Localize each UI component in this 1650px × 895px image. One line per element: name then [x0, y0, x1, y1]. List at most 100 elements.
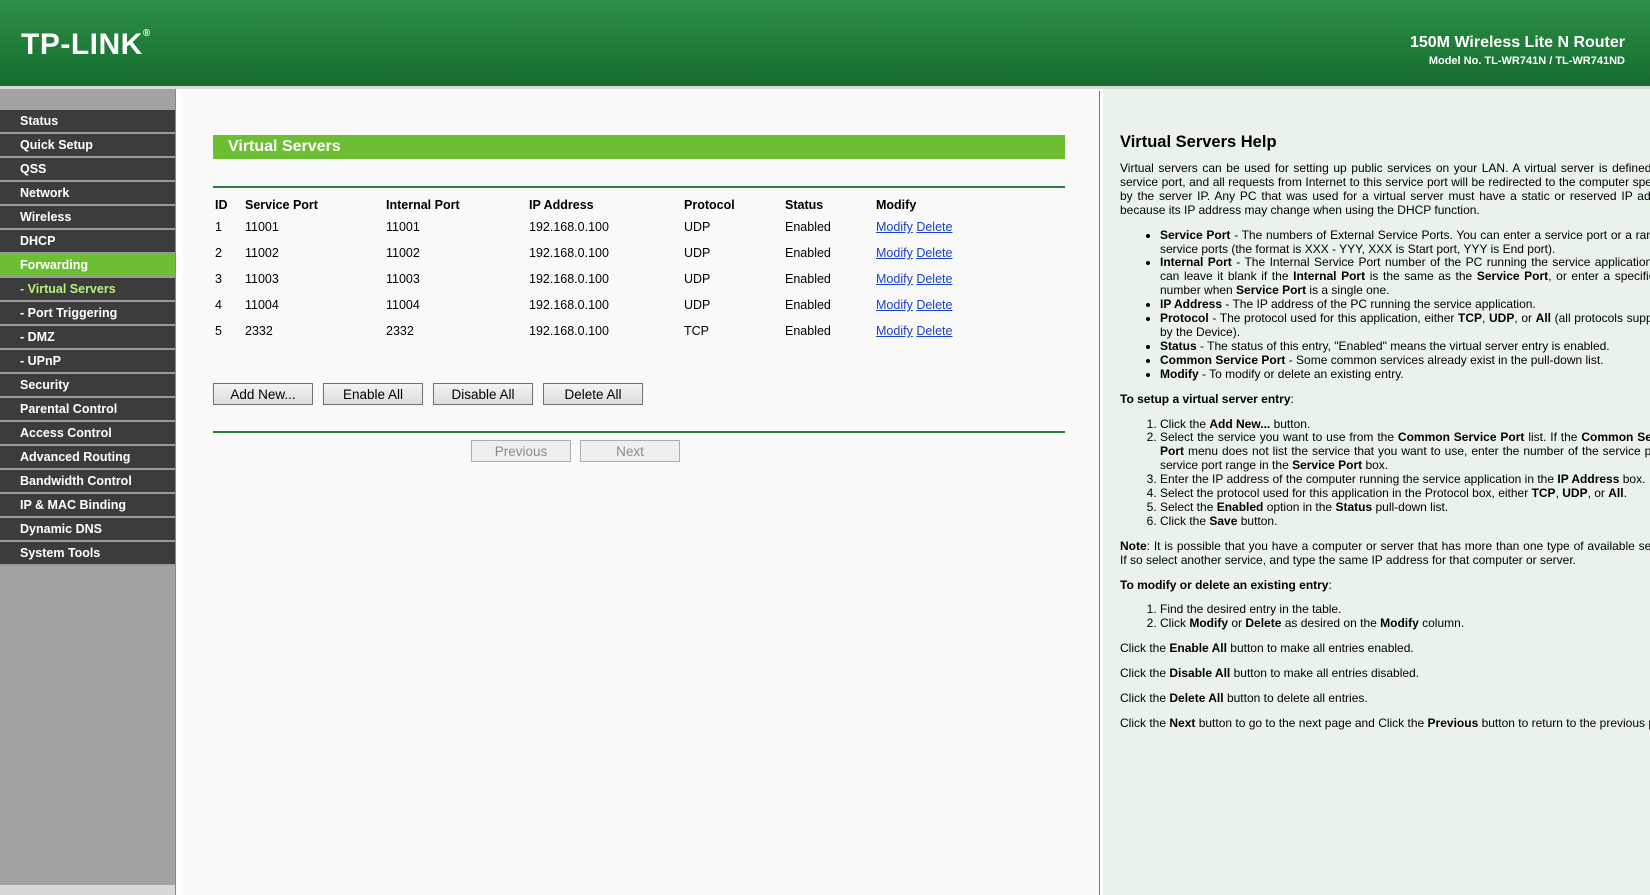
- cell-actions: Modify Delete: [872, 240, 1032, 266]
- cell-actions: Modify Delete: [872, 292, 1032, 318]
- help-item-modify: Modify - To modify or delete an existing…: [1160, 367, 1650, 382]
- logo-text: TP-LINK: [21, 28, 143, 61]
- menu-item-dhcp[interactable]: DHCP: [0, 230, 175, 254]
- menu-item-access-control[interactable]: Access Control: [0, 422, 175, 446]
- help-setup-step: Click the Add New... button.: [1160, 417, 1650, 432]
- add-new-button[interactable]: Add New...: [213, 383, 313, 405]
- menu-item-network[interactable]: Network: [0, 182, 175, 206]
- delete-link[interactable]: Delete: [916, 324, 952, 338]
- help-modify-steps: Find the desired entry in the table. Cli…: [1120, 603, 1650, 631]
- help-body: Virtual servers can be used for setting …: [1120, 161, 1650, 742]
- next-button[interactable]: Next: [580, 440, 680, 462]
- help-disable-all-text: Click the Disable All button to make all…: [1120, 666, 1420, 681]
- disable-all-button[interactable]: Disable All: [433, 383, 533, 405]
- menu-item-security[interactable]: Security: [0, 374, 175, 398]
- help-setup-step: Select the protocol used for this applic…: [1160, 486, 1650, 501]
- cell-protocol: UDP: [684, 220, 711, 234]
- page-title: Virtual Servers: [213, 135, 1065, 159]
- menu-item-quick-setup[interactable]: Quick Setup: [0, 134, 175, 158]
- table-top-divider: [213, 186, 1065, 188]
- cell-service-port: 11002: [245, 246, 279, 260]
- table-bottom-divider: [213, 431, 1065, 433]
- help-enable-all-text: Click the Enable All button to make all …: [1120, 641, 1414, 656]
- cell-actions: Modify Delete: [872, 266, 1032, 292]
- column-header-status: Status: [785, 198, 824, 212]
- header-banner: TP-LINK® 150M Wireless Lite N Router Mod…: [0, 0, 1650, 89]
- registered-mark: ®: [142, 28, 151, 39]
- cell-internal-port: 11001: [386, 220, 420, 234]
- cell-id: 2: [215, 246, 222, 260]
- cell-status: Enabled: [785, 246, 831, 260]
- help-setup-step: Select the Enabled option in the Status …: [1160, 500, 1650, 515]
- cell-id: 1: [215, 220, 222, 234]
- cell-service-port: 2332: [245, 324, 273, 338]
- help-next-previous-text: Click the Next button to go to the next …: [1120, 716, 1650, 730]
- table-row: 2 11002 11002 192.168.0.100 UDP Enabled …: [211, 240, 1032, 266]
- column-header-id: ID: [215, 198, 228, 212]
- cell-internal-port: 11004: [386, 298, 420, 312]
- delete-link[interactable]: Delete: [916, 298, 952, 312]
- cell-status: Enabled: [785, 220, 831, 234]
- help-title: Virtual Servers Help: [1120, 133, 1277, 151]
- sidebar-top-strip: [0, 89, 175, 110]
- cell-ip-address: 192.168.0.100: [529, 298, 609, 312]
- menu-item-advanced-routing[interactable]: Advanced Routing: [0, 446, 175, 470]
- modify-link[interactable]: Modify: [876, 246, 913, 260]
- table-row: 4 11004 11004 192.168.0.100 UDP Enabled …: [211, 292, 1032, 318]
- modify-link[interactable]: Modify: [876, 324, 913, 338]
- model-number: Model No. TL-WR741N / TL-WR741ND: [1428, 55, 1625, 67]
- menu-item-ip-mac-binding[interactable]: IP & MAC Binding: [0, 494, 175, 518]
- cell-actions: Modify Delete: [872, 318, 1032, 344]
- modify-link[interactable]: Modify: [876, 298, 913, 312]
- cell-protocol: UDP: [684, 298, 711, 312]
- menu-item-bandwidth-control[interactable]: Bandwidth Control: [0, 470, 175, 494]
- delete-link[interactable]: Delete: [916, 272, 952, 286]
- help-note: Note: It is possible that you have a com…: [1120, 538, 1650, 567]
- cell-status: Enabled: [785, 272, 831, 286]
- delete-link[interactable]: Delete: [916, 246, 952, 260]
- menu-item-parental-control[interactable]: Parental Control: [0, 398, 175, 422]
- cell-protocol: UDP: [684, 272, 711, 286]
- model-info: 150M Wireless Lite N Router Model No. TL…: [1410, 34, 1625, 67]
- help-item-status: Status - The status of this entry, "Enab…: [1160, 339, 1650, 354]
- menu-item-forwarding[interactable]: Forwarding: [0, 254, 175, 278]
- menu-item-dmz[interactable]: - DMZ: [0, 326, 175, 350]
- help-setup-step: Enter the IP address of the computer run…: [1160, 472, 1650, 487]
- modify-link[interactable]: Modify: [876, 272, 913, 286]
- sidebar-horizontal-scrollbar[interactable]: [0, 885, 175, 895]
- menu-item-upnp[interactable]: - UPnP: [0, 350, 175, 374]
- menu-item-system-tools[interactable]: System Tools: [0, 542, 175, 566]
- product-name: 150M Wireless Lite N Router: [1409, 34, 1625, 51]
- help-panel: Virtual Servers Help Virtual servers can…: [1100, 89, 1650, 895]
- cell-internal-port: 11003: [386, 272, 420, 286]
- modify-link[interactable]: Modify: [876, 220, 913, 234]
- cell-id: 5: [215, 324, 222, 338]
- table-row: 3 11003 11003 192.168.0.100 UDP Enabled …: [211, 266, 1032, 292]
- menu-item-port-triggering[interactable]: - Port Triggering: [0, 302, 175, 326]
- menu-item-wireless[interactable]: Wireless: [0, 206, 175, 230]
- delete-all-button[interactable]: Delete All: [543, 383, 643, 405]
- menu-item-qss[interactable]: QSS: [0, 158, 175, 182]
- table-header-row: ID Service Port Internal Port IP Address…: [211, 196, 1032, 214]
- frame-divider: [175, 89, 182, 895]
- cell-status: Enabled: [785, 324, 831, 338]
- tp-link-logo: TP-LINK®: [21, 28, 151, 62]
- column-header-service-port: Service Port: [245, 198, 318, 212]
- menu-item-dynamic-dns[interactable]: Dynamic DNS: [0, 518, 175, 542]
- help-item-internal-port: Internal Port - The Internal Service Por…: [1160, 255, 1650, 298]
- help-item-service-port: Service Port - The numbers of External S…: [1160, 228, 1650, 257]
- cell-service-port: 11003: [245, 272, 279, 286]
- previous-button[interactable]: Previous: [471, 440, 571, 462]
- column-header-protocol: Protocol: [684, 198, 735, 212]
- delete-link[interactable]: Delete: [916, 220, 952, 234]
- cell-id: 3: [215, 272, 222, 286]
- table-row: 5 2332 2332 192.168.0.100 TCP Enabled Mo…: [211, 318, 1032, 344]
- help-modify-step: Find the desired entry in the table.: [1160, 603, 1650, 617]
- help-delete-all-text: Click the Delete All button to delete al…: [1120, 691, 1368, 706]
- cell-ip-address: 192.168.0.100: [529, 272, 609, 286]
- help-item-protocol: Protocol - The protocol used for this ap…: [1160, 311, 1650, 340]
- enable-all-button[interactable]: Enable All: [323, 383, 423, 405]
- menu-item-status[interactable]: Status: [0, 110, 175, 134]
- cell-status: Enabled: [785, 298, 831, 312]
- menu-item-virtual-servers[interactable]: - Virtual Servers: [0, 278, 175, 302]
